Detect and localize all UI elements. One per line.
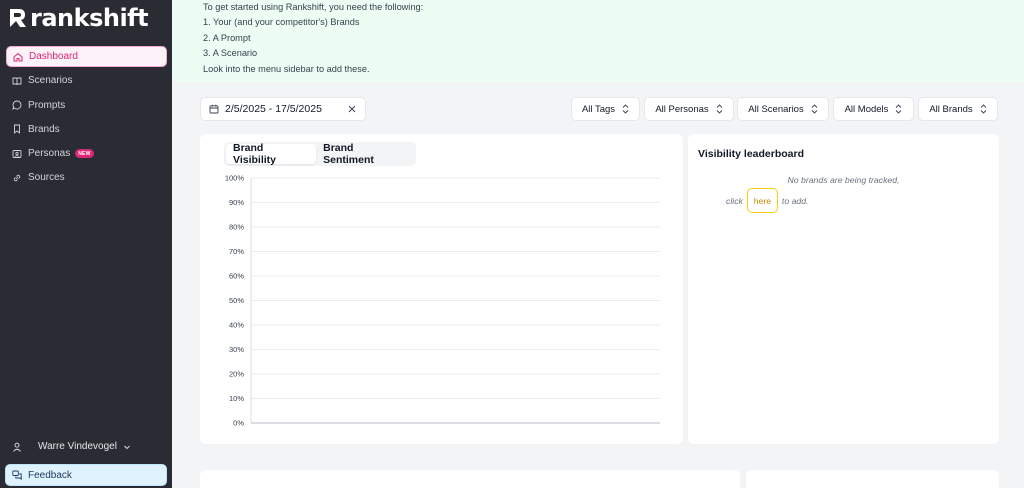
sidebar-item-label: Personas [28,148,71,160]
user-menu[interactable]: Warre Vindevogel [12,441,131,452]
personas-filter[interactable]: All Personas [644,97,734,121]
y-tick-label: 0% [233,419,244,428]
banner-line: 2. A Prompt [203,32,251,43]
leaderboard-empty-message: No brands are being tracked, [787,175,900,185]
scenarios-filter-label: All Scenarios [748,103,804,115]
personas-filter-label: All Personas [655,103,709,115]
home-icon [13,52,23,62]
add-brand-here-button[interactable]: here [746,188,778,213]
sidebar-item-label: Sources [28,172,65,184]
visibility-leaderboard-card: Visibility leaderboard No brands are bei… [688,134,999,444]
chevrons-up-down-icon [622,104,629,114]
sidebar-item-dashboard[interactable]: Dashboard [6,46,167,67]
y-tick-label: 90% [229,198,244,207]
chevrons-up-down-icon [716,104,723,114]
leaderboard-empty-action: click here to add. [726,188,808,213]
visibility-chart: 100% 90% 80% 70% 60% 50% 40% 30% 20% 10% 0% [225,174,660,428]
y-tick-label: 60% [229,272,244,281]
banner-line: 3. A Scenario [203,48,258,59]
brands-filter[interactable]: All Brands [918,97,998,121]
sidebar-item-label: Scenarios [28,75,73,87]
tags-filter[interactable]: All Tags [571,97,640,121]
tags-filter-label: All Tags [581,103,616,115]
messages-icon [12,470,22,480]
logo-text: rankshift [30,4,149,32]
banner-line: 1. Your (and your competitor's) Brands [203,17,360,28]
feedback-label: Feedback [28,469,72,481]
book-open-icon [12,76,22,86]
new-badge: NEW [75,149,94,159]
date-range-picker[interactable]: 2/5/2025 - 17/5/2025 [200,97,366,121]
id-card-icon [12,149,22,159]
user-name: Warre Vindevogel [38,441,117,452]
y-tick-label: 80% [229,223,244,232]
sidebar-item-label: Prompts [28,99,66,111]
models-filter[interactable]: All Models [833,97,914,121]
chevrons-up-down-icon [980,104,987,114]
banner-line: Look into the menu sidebar to add these. [203,63,370,74]
close-icon[interactable] [347,104,357,114]
chevrons-up-down-icon [811,104,818,114]
bottom-card-right [746,470,999,488]
y-tick-label: 20% [229,370,244,379]
y-tick-label: 100% [225,174,245,183]
scenarios-filter[interactable]: All Scenarios [737,97,829,121]
to-add-text: to add. [781,195,809,206]
feedback-button[interactable]: Feedback [5,464,167,486]
sidebar: rankshift Dashboard Scenarios Prompts Br… [0,0,172,488]
link-icon [12,173,22,183]
sidebar-item-personas[interactable]: Personas NEW [6,143,167,164]
sidebar-nav: Dashboard Scenarios Prompts Brands Perso… [6,46,167,192]
getting-started-banner: To get started using Rankshift, you need… [172,0,1024,82]
sidebar-item-brands[interactable]: Brands [6,119,167,140]
sidebar-item-sources[interactable]: Sources [6,167,167,188]
bottom-card-left [200,470,740,488]
sidebar-item-label: Brands [28,123,60,135]
click-text: click [726,195,743,206]
chevron-down-icon [123,443,131,451]
sidebar-item-label: Dashboard [29,51,78,62]
sidebar-item-prompts[interactable]: Prompts [6,95,167,116]
bookmark-icon [12,124,22,135]
y-tick-label: 70% [229,247,244,256]
models-filter-label: All Models [844,103,889,115]
y-tick-label: 40% [229,321,244,330]
leaderboard-title: Visibility leaderboard [698,148,805,160]
sidebar-item-scenarios[interactable]: Scenarios [6,70,167,91]
y-tick-label: 30% [229,345,244,354]
y-tick-label: 50% [229,296,244,305]
y-tick-label: 10% [229,394,244,403]
brand-chart-card: Brand Visibility Brand Sentiment 100% 90%… [200,134,683,444]
message-circle-icon [12,100,22,111]
rankshift-logo[interactable]: rankshift [8,4,149,32]
banner-line: To get started using Rankshift, you need… [203,2,424,12]
user-icon [12,442,22,452]
chevrons-up-down-icon [895,104,902,114]
rankshift-logo-mark-icon [10,9,26,27]
brands-filter-label: All Brands [929,103,973,115]
calendar-icon [209,104,219,114]
date-range-value: 2/5/2025 - 17/5/2025 [225,103,322,115]
